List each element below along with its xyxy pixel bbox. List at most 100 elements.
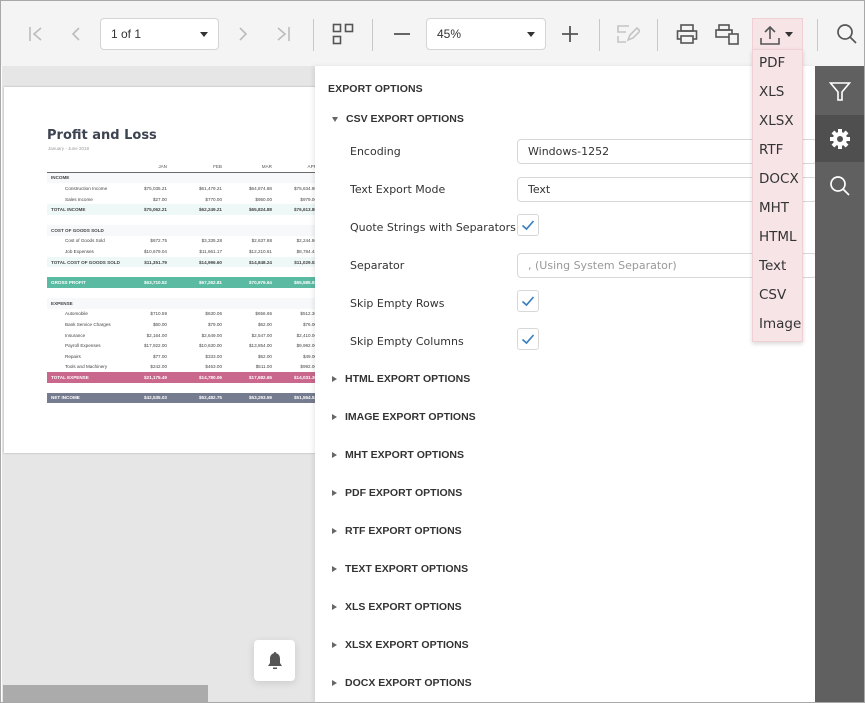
multipage-toggle-icon	[332, 23, 354, 45]
skip-empty-columns-label: Skip Empty Columns	[350, 335, 464, 348]
row-spacer	[47, 288, 315, 298]
edit-fields-icon	[617, 25, 640, 43]
edit-fields-button[interactable]	[612, 18, 644, 50]
triangle-right-icon	[332, 528, 337, 534]
row-value: $77.00	[152, 353, 167, 359]
side-tab-rail	[815, 66, 864, 702]
row-value: $463.00	[205, 364, 222, 370]
export-format-docx[interactable]: DOCX	[759, 171, 799, 187]
first-page-button[interactable]	[20, 18, 52, 50]
notification-button[interactable]	[254, 640, 295, 681]
prev-page-button[interactable]	[60, 18, 92, 50]
report-subtitle: January - June 2018	[48, 146, 90, 151]
row-value: $62.00	[257, 321, 272, 327]
export-format-image[interactable]: Image	[759, 316, 801, 332]
report-title: Profit and Loss	[47, 128, 157, 143]
group-csv-export-options[interactable]: CSV EXPORT OPTIONS	[332, 113, 464, 125]
export-options-tab[interactable]	[815, 115, 864, 162]
row-label: INCOME	[51, 175, 70, 181]
group-text-export-options[interactable]: TEXT EXPORT OPTIONS	[332, 563, 468, 575]
search-button[interactable]	[831, 18, 863, 50]
zoom-in-button[interactable]	[554, 18, 586, 50]
page-selector-value: 1 of 1	[111, 27, 142, 41]
print-button[interactable]	[671, 18, 703, 50]
row-label: TOTAL EXPENSE	[51, 374, 89, 380]
row-value: $11,351.79	[144, 259, 167, 265]
separator-label: Separator	[350, 259, 405, 272]
search-icon	[837, 24, 857, 44]
print-page-button[interactable]	[711, 18, 743, 50]
row-value: $242.00	[150, 364, 167, 370]
group-docx-export-options[interactable]: DOCX EXPORT OPTIONS	[332, 677, 472, 689]
row-label: COST OF GOODS SOLD	[51, 227, 104, 233]
quote-strings-checkbox[interactable]	[517, 214, 539, 236]
last-page-button[interactable]	[267, 18, 299, 50]
zoom-out-button[interactable]	[386, 18, 418, 50]
row-value: $2,547.00	[251, 332, 272, 338]
quote-strings-label: Quote Strings with Separators	[350, 221, 516, 234]
row-value: $333.00	[205, 353, 222, 359]
row-value: $64,874.88	[249, 185, 272, 191]
export-format-html[interactable]: HTML	[759, 229, 797, 245]
report-viewer: 1 of 1 45% Profit and Loss January - Jun…	[0, 0, 865, 703]
export-format-xls[interactable]: XLS	[759, 84, 784, 100]
export-format-text[interactable]: Text	[759, 258, 786, 274]
export-format-xlsx[interactable]: XLSX	[759, 113, 794, 129]
row-value: MAR	[261, 164, 272, 170]
row-value: $14,031.30	[294, 374, 315, 380]
toolbar-separator	[817, 19, 818, 51]
triangle-right-icon	[332, 490, 337, 496]
horizontal-scrollbar[interactable]	[3, 685, 208, 702]
export-button[interactable]	[752, 18, 803, 50]
export-format-rtf[interactable]: RTF	[759, 142, 783, 158]
row-label: Sales Income	[65, 196, 93, 202]
group-rtf-export-options[interactable]: RTF EXPORT OPTIONS	[332, 525, 462, 537]
row-value: $12,210.61	[249, 248, 272, 254]
row-value: $511.00	[255, 364, 272, 370]
chevron-down-icon	[785, 32, 793, 37]
parameters-tab[interactable]	[815, 68, 864, 115]
row-value: $992.00	[300, 364, 315, 370]
last-page-icon	[277, 27, 290, 41]
group-pdf-export-options[interactable]: PDF EXPORT OPTIONS	[332, 487, 462, 499]
row-value: APR	[307, 164, 315, 170]
multipage-toggle-button[interactable]	[327, 18, 359, 50]
skip-empty-rows-checkbox[interactable]	[517, 290, 539, 312]
column-header-row: JAN FEB MAR APR	[47, 162, 315, 173]
row-value: $75,634.86	[294, 185, 315, 191]
row-label: Job Expenses	[65, 248, 94, 254]
export-format-csv[interactable]: CSV	[759, 287, 786, 303]
skip-empty-columns-checkbox[interactable]	[517, 328, 539, 350]
row-label: EXPENSE	[51, 300, 73, 306]
row-value: $27.00	[152, 196, 167, 202]
group-xls-export-options[interactable]: XLS EXPORT OPTIONS	[332, 601, 462, 613]
plus-icon	[562, 26, 578, 42]
zoom-selector[interactable]: 45%	[426, 18, 546, 50]
export-format-pdf[interactable]: PDF	[759, 55, 785, 71]
group-label: PDF EXPORT OPTIONS	[345, 487, 463, 499]
row-value: $672.75	[150, 238, 167, 244]
report-page: Profit and Loss January - June 2018 JAN F…	[4, 87, 315, 453]
search-tab[interactable]	[815, 162, 864, 209]
group-html-export-options[interactable]: HTML EXPORT OPTIONS	[332, 373, 470, 385]
group-mht-export-options[interactable]: MHT EXPORT OPTIONS	[332, 449, 464, 461]
row-value: $51,554.52	[294, 395, 315, 401]
group-xlsx-export-options[interactable]: XLSX EXPORT OPTIONS	[332, 639, 469, 651]
panel-title: EXPORT OPTIONS	[328, 83, 423, 95]
document-preview[interactable]: Profit and Loss January - June 2018 JAN F…	[2, 66, 315, 702]
row-value: $11,661.17	[199, 248, 222, 254]
checkmark-icon	[521, 334, 535, 345]
row-value: $8,784.42	[296, 248, 315, 254]
export-format-dropdown: PDF XLS XLSX RTF DOCX MHT HTML Text CSV Image	[752, 49, 803, 342]
row-value: $14,780.06	[199, 374, 222, 380]
row-value: $62,249.21	[199, 207, 222, 213]
row-value: $42,535.03	[144, 395, 167, 401]
next-page-button[interactable]	[227, 18, 259, 50]
export-format-mht[interactable]: MHT	[759, 200, 789, 216]
prev-page-icon	[71, 27, 80, 41]
row-value: $512.30	[300, 311, 315, 317]
page-selector[interactable]: 1 of 1	[100, 18, 219, 50]
first-page-icon	[29, 27, 42, 41]
group-image-export-options[interactable]: IMAGE EXPORT OPTIONS	[332, 411, 476, 423]
section-header: EXPENSE	[47, 297, 315, 309]
